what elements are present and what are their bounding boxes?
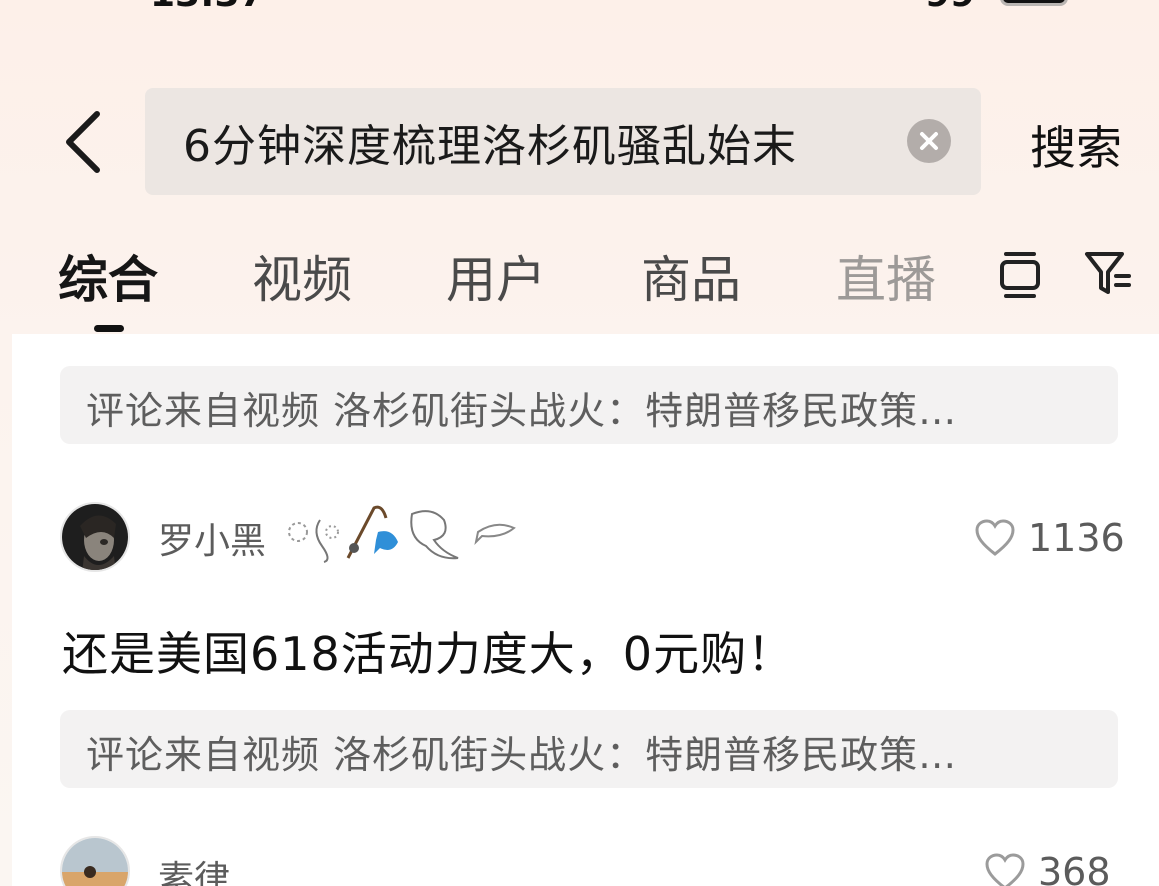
like-button[interactable]: 1136 (974, 516, 1125, 560)
layout-toggle-icon[interactable] (998, 250, 1042, 300)
tab-video[interactable]: 视频 (252, 240, 352, 312)
heart-icon (975, 519, 1015, 556)
tab-users[interactable]: 用户 (446, 240, 546, 312)
clear-icon[interactable] (907, 119, 951, 163)
tab-products[interactable]: 商品 (641, 240, 741, 312)
status-time: 13:37 (150, 0, 265, 15)
results-list: 评论来自视频 洛杉矶街头战火：特朗普移民政策… 罗小黑 1136 还是美国618… (12, 334, 1159, 886)
search-input[interactable]: 6分钟深度梳理洛杉矶骚乱始末 (145, 88, 981, 195)
back-button[interactable] (58, 110, 108, 174)
comment-text[interactable]: 还是美国618活动力度大，0元购！ (62, 618, 794, 684)
tab-live[interactable]: 直播 (836, 240, 936, 312)
avatar[interactable] (60, 502, 130, 572)
like-count: 1136 (1028, 516, 1125, 560)
tab-bar: 综合 视频 用户 商品 直播 (0, 240, 1159, 330)
active-tab-indicator (94, 325, 124, 332)
like-count: 368 (1038, 850, 1111, 886)
search-query[interactable]: 6分钟深度梳理洛杉矶骚乱始末 (183, 110, 797, 174)
tab-comprehensive[interactable]: 综合 (58, 240, 158, 312)
emoji-decoration-icon (288, 505, 516, 563)
back-arrow-icon (66, 111, 100, 173)
video-source-chip[interactable]: 评论来自视频 洛杉矶街头战火：特朗普移民政策… (60, 366, 1118, 444)
avatar[interactable] (60, 836, 130, 886)
username[interactable]: 罗小黑 (158, 512, 266, 564)
heart-icon (985, 853, 1025, 886)
filter-icon[interactable] (1084, 250, 1132, 298)
battery-level: 99 (925, 0, 975, 15)
search-button[interactable]: 搜索 (1030, 112, 1122, 178)
battery-icon (1000, 0, 1068, 6)
video-source-chip[interactable]: 评论来自视频 洛杉矶街头战火：特朗普移民政策… (60, 710, 1118, 788)
username[interactable]: 素律 (158, 850, 230, 886)
status-bar: 13:37 99 (0, 0, 1159, 20)
like-button[interactable]: 368 (984, 850, 1111, 886)
